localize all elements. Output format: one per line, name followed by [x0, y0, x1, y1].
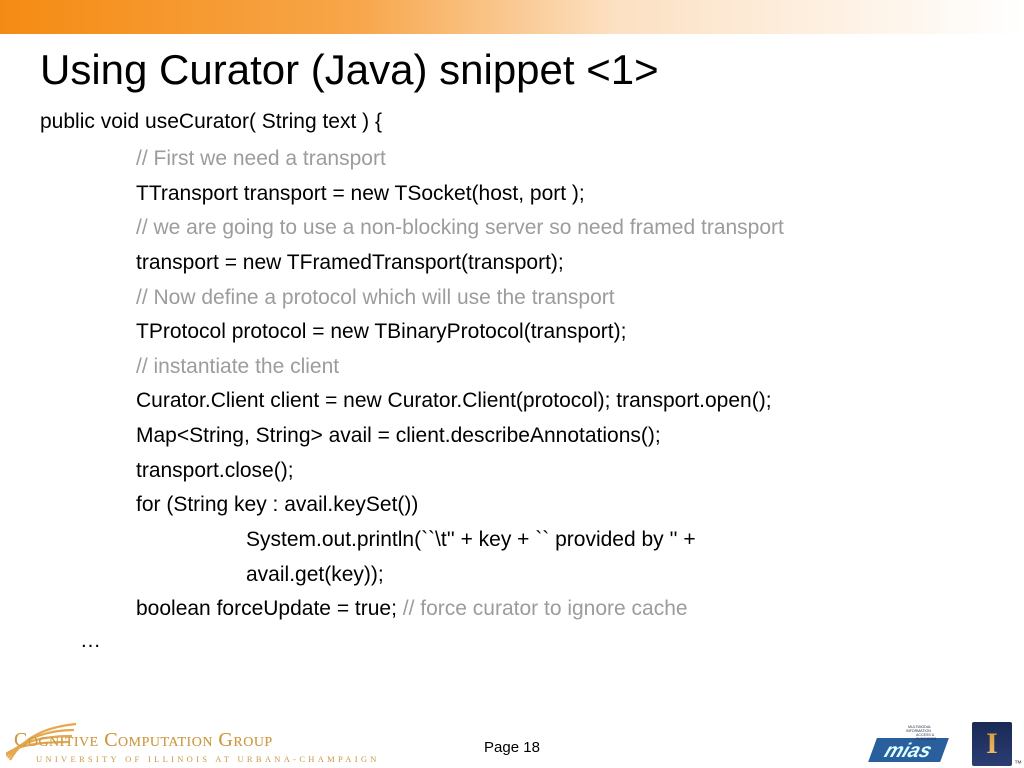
ccg-name: Cognitive Computation Group — [14, 729, 273, 752]
code-line: TTransport transport = new TSocket(host,… — [136, 177, 984, 212]
page-number: Page 18 — [484, 739, 540, 756]
code-line: TProtocol protocol = new TBinaryProtocol… — [136, 315, 984, 350]
code-line: boolean forceUpdate = true; // force cur… — [136, 592, 984, 627]
code-line: for (String key : avail.keySet()) — [136, 488, 984, 523]
illinois-I-icon: I — [986, 727, 998, 761]
code-line: transport = new TFramedTransport(transpo… — [136, 246, 984, 281]
svg-text:SYNTHESIS: SYNTHESIS — [916, 737, 937, 741]
slide-content: Using Curator (Java) snippet <1> public … — [0, 34, 1024, 653]
slide-title: Using Curator (Java) snippet <1> — [40, 46, 984, 94]
mias-text: mias — [881, 740, 935, 762]
slide-footer: Cognitive Computation Group UNIVERSITY O… — [0, 718, 1024, 768]
trademark-icon: ™ — [1014, 759, 1022, 768]
code-block: // First we need a transportTTransport t… — [40, 142, 984, 627]
slide-top-accent — [0, 0, 1024, 34]
code-line: // Now define a protocol which will use … — [136, 281, 984, 316]
code-line: Map<String, String> avail = client.descr… — [136, 419, 984, 454]
ellipsis: … — [40, 629, 984, 653]
ccg-logo: Cognitive Computation Group UNIVERSITY O… — [6, 720, 476, 766]
code-line: // First we need a transport — [136, 142, 984, 177]
code-line: transport.close(); — [136, 454, 984, 489]
code-line: // we are going to use a non-blocking se… — [136, 211, 984, 246]
code-line: // instantiate the client — [136, 350, 984, 385]
code-line: System.out.println(``\t'' + key + `` pro… — [136, 523, 984, 558]
method-signature: public void useCurator( String text ) { — [40, 110, 984, 134]
ccg-subtitle: UNIVERSITY OF ILLINOIS AT URBANA-CHAMPAI… — [36, 754, 380, 764]
code-line: Curator.Client client = new Curator.Clie… — [136, 384, 984, 419]
illinois-logo: I — [972, 722, 1012, 766]
code-line: avail.get(key)); — [136, 558, 984, 593]
mias-logo: mias MULTIMODAL INFORMATION ACCESS & SYN… — [860, 724, 952, 766]
